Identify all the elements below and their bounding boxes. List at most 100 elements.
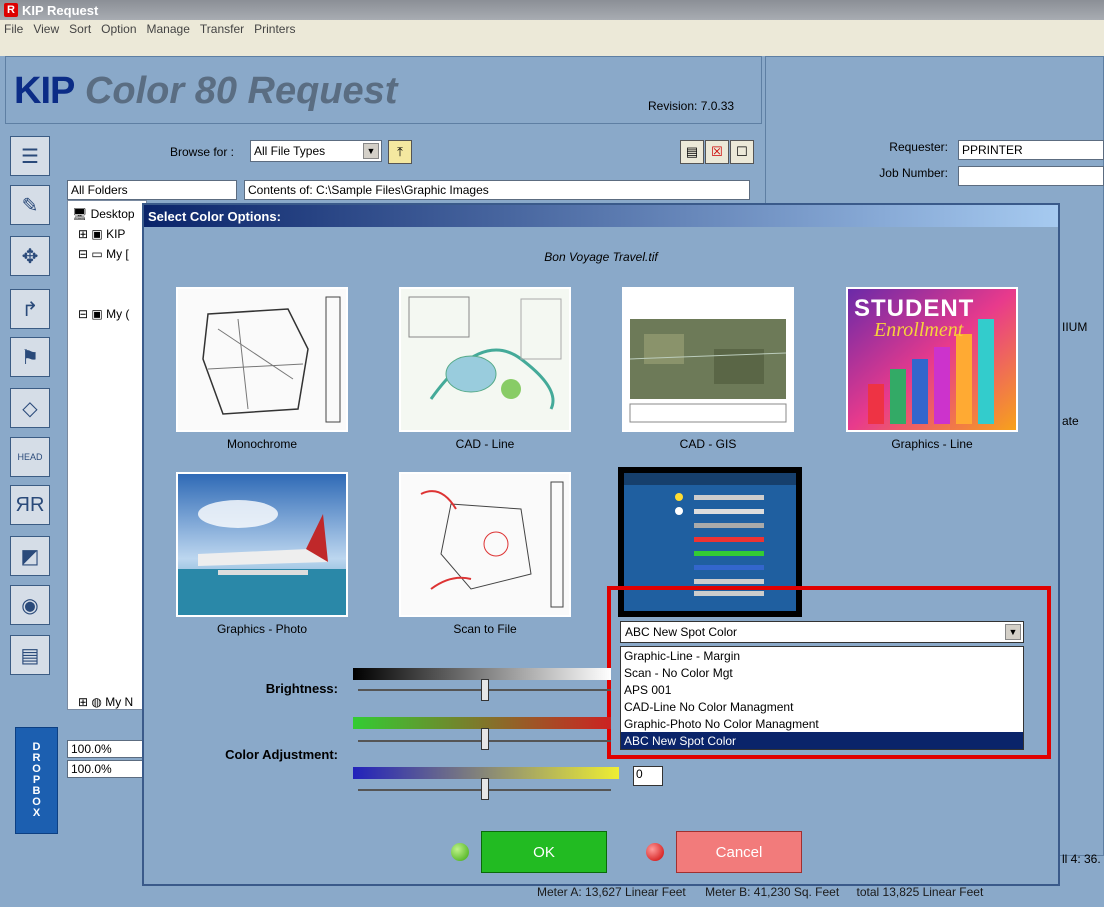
thumb-cad-line[interactable] [399,287,571,432]
header-button[interactable]: HEAD [10,437,50,477]
uncheck-all-button[interactable]: ☐ [730,140,754,164]
scale-x-field[interactable]: 100.0% [67,740,147,758]
label-scan-to-file: Scan to File [453,622,517,636]
color-profile-dropdown: Graphic-Line - Margin Scan - No Color Mg… [620,646,1024,750]
file-type-value: All File Types [254,144,326,158]
ok-indicator-icon [451,843,469,861]
chevron-down-icon: ▼ [1005,624,1021,640]
tree-label: My ( [106,307,130,321]
label-cad-line: CAD - Line [455,437,515,451]
cancel-indicator-icon [646,843,664,861]
thumb-monochrome[interactable] [176,287,348,432]
app-icon: R [4,3,18,17]
color-profile-select[interactable]: ABC New Spot Color ▼ [620,621,1024,643]
label-cad-gis: CAD - GIS [679,437,737,451]
checkbox-empty-icon: ☐ [736,144,748,159]
menu-view[interactable]: View [33,22,59,38]
label-monochrome: Monochrome [226,437,298,451]
menu-transfer[interactable]: Transfer [200,22,244,38]
menu-manage[interactable]: Manage [147,22,190,38]
dropdown-option-selected[interactable]: ABC New Spot Color [621,732,1023,749]
folder-icon: ▤ [685,144,699,159]
dialog-filename: Bon Voyage Travel.tif [544,250,658,264]
new-folder-button[interactable]: ▤ [680,140,704,164]
menu-file[interactable]: File [4,22,23,38]
thumb-graphics-line[interactable]: STUDENT Enrollment [846,287,1018,432]
dropbox-button[interactable]: D R O P B O X [15,727,58,834]
dropdown-option[interactable]: Scan - No Color Mgt [621,664,1023,681]
scale-y-field[interactable]: 100.0% [67,760,147,778]
parent-folder-button[interactable]: ⤒ [388,140,412,164]
marked-up-plan-image [401,474,569,615]
tree-item-my-computer[interactable]: ⊟ ▣ My ( [78,307,129,321]
brightness-label: Brightness: [265,681,338,696]
tree-label: KIP [106,227,126,241]
logo-kip: KIP [14,70,75,112]
partial-status-text: ll 4: 36. [1062,852,1101,866]
site-plan-image [401,289,569,430]
requester-field[interactable]: PPRINTER [958,140,1104,160]
menu-bar: File View Sort Option Manage Transfer Pr… [0,20,1104,56]
revision-label: Revision: 7.0.33 [648,99,735,113]
check-all-button[interactable]: ☒ [705,140,729,164]
menu-option[interactable]: Option [101,22,136,38]
fold-icon: ◇ [22,397,38,420]
menu-printers[interactable]: Printers [254,22,295,38]
brightness-slider-handle[interactable] [481,679,489,701]
rotate-button[interactable]: ↱ [10,289,50,329]
label-graphics-photo: Graphics - Photo [216,622,308,636]
dialog-title: Select Color Options: [144,205,1058,227]
folders-header: All Folders [67,180,237,200]
seaplane-photo-image [178,474,346,615]
stamp-button[interactable]: ⚑ [10,337,50,377]
fold-button[interactable]: ◇ [10,388,50,428]
layout-icon: ▤ [20,644,40,667]
thumb-cad-gis[interactable] [622,287,794,432]
computer-icon: ▣ [91,307,103,321]
cancel-button[interactable]: Cancel [676,831,802,873]
tree-label: My [ [106,247,129,261]
fit-button[interactable]: ✥ [10,236,50,276]
layout-button[interactable]: ▤ [10,635,50,675]
color-adjust-slider-handle[interactable] [481,728,489,750]
tree-label: My N [105,695,134,709]
rotate-arrow-icon: ↱ [21,298,39,321]
list-view-button[interactable]: ☰ [10,136,50,176]
thumb-scan-to-file[interactable] [399,472,571,617]
partial-field-text: IIUM [1062,320,1088,334]
logo-product: Color 80 Request [84,70,398,112]
thumb-graphics-photo[interactable] [176,472,348,617]
color-adjustment-label: Color Adjustment: [225,747,338,762]
app-logo: KIP Color 80 Request [14,70,397,113]
folder-icon: ▭ [91,247,103,261]
preview-button[interactable]: ◉ [10,585,50,625]
stamp-icon: ⚑ [21,346,39,369]
tree-item-kip[interactable]: ⊞ ▣ KIP [78,227,125,241]
yellow-slider-handle[interactable] [481,778,489,800]
dropdown-option[interactable]: APS 001 [621,681,1023,698]
folder-tree[interactable]: 🖥 Desktop ⊞ ▣ KIP ⊟ ▭ My [ ⊟ ▣ My ( ⊞ ◍ … [67,200,147,710]
tree-item-desktop[interactable]: 🖥 Desktop [72,207,135,221]
ok-button[interactable]: OK [481,831,607,873]
globe-icon: ◍ [91,695,102,709]
yellow-value-field[interactable]: 0 [633,766,663,786]
marker-button[interactable]: ✎ [10,185,50,225]
dropdown-option[interactable]: Graphic-Photo No Color Managment [621,715,1023,732]
mirror-button[interactable]: ЯR [10,485,50,525]
file-type-select[interactable]: All File Types ▼ [250,140,382,162]
label-graphics-line: Graphics - Line [891,437,973,451]
tree-label: Desktop [90,207,135,221]
job-number-field[interactable] [958,166,1104,186]
mirror-icon: ЯR [15,493,45,516]
header-icon: HEAD [17,452,43,462]
chevron-down-icon: ▼ [363,143,379,159]
folder-up-icon: ⤒ [397,144,403,159]
menu-sort[interactable]: Sort [69,22,91,38]
tree-item-my-network[interactable]: ⊞ ◍ My N [78,695,133,709]
invert-button[interactable]: ◩ [10,536,50,576]
dropdown-option[interactable]: Graphic-Line - Margin [621,647,1023,664]
contents-header: Contents of: C:\Sample Files\Graphic Ima… [244,180,750,200]
tree-item-my-docs[interactable]: ⊟ ▭ My [ [78,247,129,261]
meter-b: Meter B: 41,230 Sq. Feet [705,885,840,899]
dropdown-option[interactable]: CAD-Line No Color Managment [621,698,1023,715]
